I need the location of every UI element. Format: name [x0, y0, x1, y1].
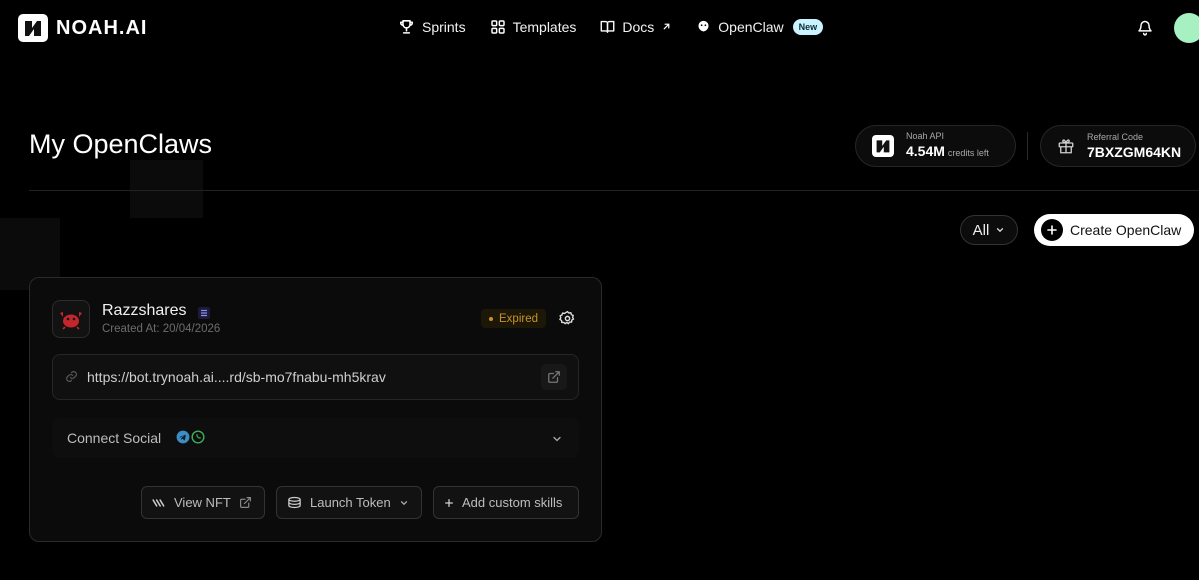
background-block — [130, 160, 203, 218]
nav-templates[interactable]: Templates — [490, 18, 577, 35]
nav-docs-label: Docs — [622, 18, 655, 35]
nav-openclaw[interactable]: OpenClaw New — [696, 18, 824, 35]
created-at: Created At: 20/04/2026 — [102, 323, 221, 335]
claw-icon — [698, 20, 709, 32]
referral-label: Referral Code — [1087, 131, 1144, 142]
divider — [1027, 132, 1028, 160]
book-icon — [600, 20, 615, 33]
add-custom-skills-label: Add custom skills — [462, 495, 563, 510]
add-custom-skills-button[interactable]: Add custom skills — [433, 486, 579, 519]
top-nav: NOAH.AI Sprints Templates Docs OpenClaw … — [0, 0, 1199, 57]
api-credits-sub: credits left — [947, 147, 989, 158]
chevron-down-icon — [997, 228, 1004, 233]
status-dot — [489, 316, 493, 321]
launch-token-button[interactable]: Launch Token — [276, 486, 422, 519]
bot-avatar — [52, 300, 90, 338]
filter-value: All — [972, 221, 990, 239]
external-link-icon — [239, 497, 251, 508]
new-badge: New — [792, 18, 824, 35]
api-label: Noah API — [906, 130, 945, 141]
telegram-icon — [176, 430, 190, 444]
view-nft-label: View NFT — [174, 495, 231, 510]
bot-url: https://bot.trynoah.ai....rd/sb-mo7fnabu… — [87, 369, 386, 385]
user-avatar[interactable] — [1174, 13, 1199, 43]
api-credits-pill[interactable]: Noah API 4.54M credits left — [855, 125, 1016, 167]
status-badge: Expired — [481, 309, 546, 328]
gear-icon[interactable] — [559, 310, 576, 332]
brand-name: NOAH.AI — [56, 16, 148, 39]
bot-url-field[interactable]: https://bot.trynoah.ai....rd/sb-mo7fnabu… — [52, 354, 579, 400]
social-icons — [176, 430, 205, 444]
nft-icon — [152, 498, 165, 507]
plus-icon — [1041, 219, 1063, 241]
view-nft-button[interactable]: View NFT — [141, 486, 265, 519]
external-arrow-icon — [663, 23, 670, 30]
nav-sprints-label: Sprints — [422, 18, 466, 35]
nav-docs[interactable]: Docs — [600, 19, 672, 35]
filter-dropdown[interactable]: All — [960, 215, 1018, 245]
connect-social-dropdown[interactable]: Connect Social — [52, 418, 579, 458]
plus-icon — [445, 498, 453, 507]
referral-value: 7BXZGM64KN — [1087, 143, 1182, 160]
create-openclaw-label: Create OpenClaw — [1070, 222, 1182, 238]
nav-sprints[interactable]: Sprints — [398, 18, 466, 35]
header-divider — [29, 190, 1199, 191]
brand-logo[interactable]: NOAH.AI — [18, 14, 147, 42]
referral-code-pill[interactable]: Referral Code 7BXZGM64KN — [1040, 125, 1196, 167]
api-credits-value: 4.54M — [906, 142, 945, 159]
chevron-down-icon — [551, 432, 563, 450]
create-openclaw-button[interactable]: Create OpenClaw — [1034, 214, 1194, 246]
link-icon — [65, 370, 78, 388]
list-icon — [198, 306, 210, 324]
connect-social-label: Connect Social — [67, 430, 162, 446]
whatsapp-icon — [191, 430, 205, 444]
nav-openclaw-label: OpenClaw — [718, 18, 784, 35]
page-title: My OpenClaws — [29, 129, 213, 159]
launch-token-label: Launch Token — [310, 495, 391, 510]
noah-api-icon — [872, 135, 894, 157]
gift-icon — [1058, 139, 1074, 154]
coins-icon — [288, 496, 301, 509]
nav-links: Sprints Templates Docs OpenClaw New — [398, 18, 824, 35]
trophy-icon — [399, 20, 414, 34]
grid-icon — [490, 19, 505, 34]
chevron-down-icon — [400, 500, 407, 505]
nav-templates-label: Templates — [512, 18, 577, 35]
api-value: 4.54M credits left — [906, 142, 989, 162]
bot-name: Razzshares — [102, 302, 187, 319]
noah-logo-icon — [18, 14, 48, 42]
openclaw-card: Razzshares Created At: 20/04/2026 Expire… — [29, 277, 602, 542]
bell-icon[interactable] — [1137, 19, 1153, 41]
open-link-icon[interactable] — [541, 364, 567, 390]
crab-icon — [60, 312, 82, 330]
status-label: Expired — [499, 312, 538, 325]
